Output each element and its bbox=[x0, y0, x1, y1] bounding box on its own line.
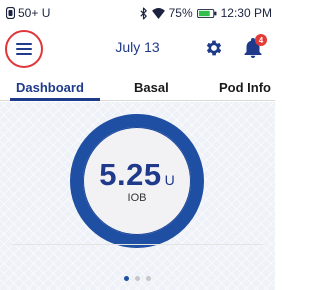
active-tab-indicator bbox=[10, 98, 100, 101]
notifications-button[interactable]: 4 bbox=[241, 34, 267, 60]
gear-icon[interactable] bbox=[204, 38, 224, 58]
status-right: 75% 12:30 PM bbox=[139, 6, 272, 20]
iob-unit: U bbox=[164, 171, 175, 188]
notification-badge: 4 bbox=[255, 34, 267, 46]
battery-icon bbox=[196, 8, 217, 18]
tab-dashboard[interactable]: Dashboard bbox=[16, 80, 84, 95]
tab-pod-info[interactable]: Pod Info bbox=[219, 80, 271, 95]
iob-gauge[interactable]: 5.25 U IOB bbox=[70, 114, 204, 248]
bluetooth-icon bbox=[139, 7, 147, 19]
page-dot[interactable] bbox=[124, 276, 129, 281]
page-dot[interactable] bbox=[135, 276, 140, 281]
page-indicator[interactable] bbox=[0, 276, 275, 284]
iob-value-row: 5.25 U bbox=[99, 159, 174, 190]
status-bar: 50+ U 75% 12:30 PM bbox=[0, 0, 275, 26]
battery-percent: 75% bbox=[168, 6, 193, 20]
iob-display: 5.25 U IOB bbox=[83, 127, 191, 235]
divider bbox=[12, 244, 263, 245]
wifi-icon bbox=[151, 7, 165, 19]
dashboard-panel: 5.25 U IOB bbox=[0, 102, 275, 290]
pod-icon bbox=[6, 7, 15, 19]
iob-value: 5.25 bbox=[99, 156, 162, 192]
tab-basal[interactable]: Basal bbox=[134, 80, 169, 95]
page-dot[interactable] bbox=[146, 276, 151, 281]
iob-label: IOB bbox=[127, 191, 147, 204]
status-left: 50+ U bbox=[6, 6, 50, 20]
tab-bar: Dashboard Basal Pod Info bbox=[0, 75, 275, 101]
header-date: July 13 bbox=[115, 39, 160, 55]
app-header: July 13 4 bbox=[0, 26, 275, 72]
pod-insulin-remaining: 50+ U bbox=[18, 6, 51, 20]
clock: 12:30 PM bbox=[220, 6, 272, 20]
